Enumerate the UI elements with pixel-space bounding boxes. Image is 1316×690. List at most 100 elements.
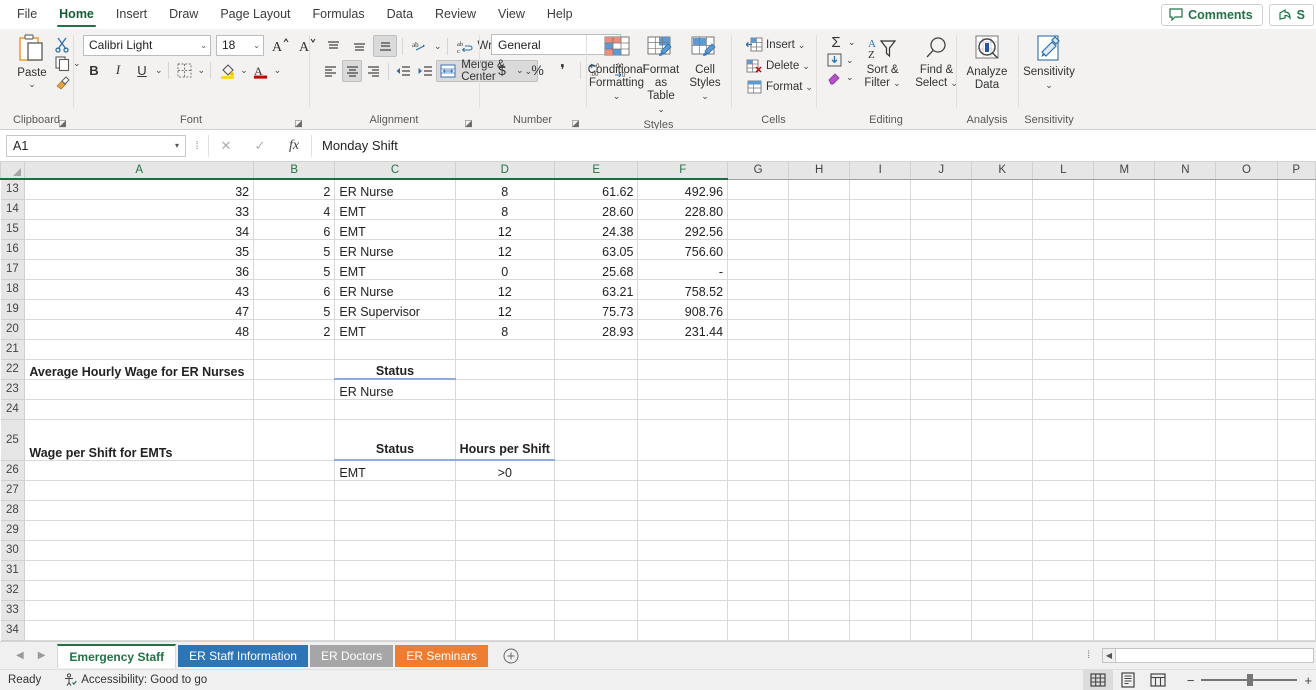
horizontal-scrollbar[interactable]: ◀ [1102, 648, 1314, 663]
cell-A17[interactable]: 36 [25, 259, 254, 279]
table-row[interactable]: 22Average Hourly Wage for ER NursesStatu… [1, 359, 1316, 379]
cell-K27[interactable] [972, 480, 1033, 500]
align-middle-button[interactable] [347, 35, 371, 57]
cell-G17[interactable] [728, 259, 789, 279]
cell-M21[interactable] [1094, 339, 1155, 359]
cell-N19[interactable] [1155, 299, 1216, 319]
cell-G20[interactable] [728, 319, 789, 339]
cell-P28[interactable] [1277, 500, 1315, 520]
cell-P34[interactable] [1277, 620, 1315, 640]
cell-E33[interactable] [554, 600, 638, 620]
spreadsheet-grid[interactable]: ABCDEFGHIJKLMNOP 13322ER Nurse861.62492.… [0, 162, 1316, 641]
sensitivity-chevron-down-icon[interactable]: ⌄ [1045, 79, 1053, 92]
cell-I13[interactable] [850, 179, 911, 199]
accounting-format-button[interactable]: $ [491, 59, 513, 81]
cell-C19[interactable]: ER Supervisor [335, 299, 455, 319]
cell-I16[interactable] [850, 239, 911, 259]
cell-J13[interactable] [911, 179, 972, 199]
cell-M32[interactable] [1094, 580, 1155, 600]
cell-N20[interactable] [1155, 319, 1216, 339]
table-row[interactable]: 24 [1, 399, 1316, 419]
enter-button[interactable]: ✓ [243, 135, 277, 157]
table-row[interactable]: 27 [1, 480, 1316, 500]
cell-I17[interactable] [850, 259, 911, 279]
cell-M26[interactable] [1094, 460, 1155, 480]
cell-C29[interactable] [335, 520, 455, 540]
cell-K28[interactable] [972, 500, 1033, 520]
cell-I26[interactable] [850, 460, 911, 480]
cell-H27[interactable] [789, 480, 850, 500]
table-row[interactable]: 33 [1, 600, 1316, 620]
cell-J30[interactable] [911, 540, 972, 560]
column-header-g[interactable]: G [728, 162, 789, 179]
cell-D17[interactable]: 0 [455, 259, 554, 279]
cell-F28[interactable] [638, 500, 728, 520]
cell-I25[interactable] [850, 419, 911, 460]
accessibility-status[interactable]: Accessibility: Good to go [63, 673, 207, 687]
ribbon-tab-view[interactable]: View [487, 0, 536, 29]
cell-D14[interactable]: 8 [455, 199, 554, 219]
cell-H32[interactable] [789, 580, 850, 600]
cell-N15[interactable] [1155, 219, 1216, 239]
row-header-20[interactable]: 20 [1, 319, 25, 339]
cell-O27[interactable] [1216, 480, 1277, 500]
table-row[interactable]: 19475ER Supervisor1275.73908.76 [1, 299, 1316, 319]
cell-I28[interactable] [850, 500, 911, 520]
cell-E31[interactable] [554, 560, 638, 580]
cell-B30[interactable] [254, 540, 335, 560]
cell-B16[interactable]: 5 [254, 239, 335, 259]
cell-N17[interactable] [1155, 259, 1216, 279]
cell-E21[interactable] [554, 339, 638, 359]
align-bottom-button[interactable] [373, 35, 397, 57]
cell-P25[interactable] [1277, 419, 1315, 460]
page-layout-view-button[interactable] [1113, 670, 1143, 690]
cell-M16[interactable] [1094, 239, 1155, 259]
table-row[interactable]: 20482EMT828.93231.44 [1, 319, 1316, 339]
cell-K29[interactable] [972, 520, 1033, 540]
cell-O33[interactable] [1216, 600, 1277, 620]
cell-A20[interactable]: 48 [25, 319, 254, 339]
cell-P20[interactable] [1277, 319, 1315, 339]
cell-C21[interactable] [335, 339, 455, 359]
font-size-input[interactable]: 18 ⌄ [216, 35, 264, 56]
cell-J20[interactable] [911, 319, 972, 339]
cell-B23[interactable] [254, 379, 335, 399]
column-header-m[interactable]: M [1094, 162, 1155, 179]
cell-F20[interactable]: 231.44 [638, 319, 728, 339]
cell-C26[interactable]: EMT [335, 460, 455, 480]
cell-N30[interactable] [1155, 540, 1216, 560]
add-sheet-button[interactable] [502, 647, 520, 665]
next-sheet-icon[interactable]: ▶ [38, 650, 46, 661]
row-header-22[interactable]: 22 [1, 359, 25, 379]
cell-N26[interactable] [1155, 460, 1216, 480]
cell-D15[interactable]: 12 [455, 219, 554, 239]
cell-O21[interactable] [1216, 339, 1277, 359]
comma-style-button[interactable]: ❜ [552, 59, 574, 81]
cell-L13[interactable] [1033, 179, 1094, 199]
cell-F13[interactable]: 492.96 [638, 179, 728, 199]
row-header-33[interactable]: 33 [1, 600, 25, 620]
cell-A29[interactable] [25, 520, 254, 540]
comments-button[interactable]: Comments [1161, 4, 1263, 26]
cell-J21[interactable] [911, 339, 972, 359]
table-row[interactable]: 30 [1, 540, 1316, 560]
column-header-f[interactable]: F [638, 162, 728, 179]
ribbon-tab-review[interactable]: Review [424, 0, 487, 29]
cell-A25[interactable]: Wage per Shift for EMTs [25, 419, 254, 460]
cell-C27[interactable] [335, 480, 455, 500]
cell-H17[interactable] [789, 259, 850, 279]
cell-G21[interactable] [728, 339, 789, 359]
scroll-left-button[interactable]: ◀ [1103, 649, 1116, 662]
cell-F16[interactable]: 756.60 [638, 239, 728, 259]
cell-J32[interactable] [911, 580, 972, 600]
cell-I18[interactable] [850, 279, 911, 299]
cell-K34[interactable] [972, 620, 1033, 640]
cell-M31[interactable] [1094, 560, 1155, 580]
column-header-j[interactable]: J [911, 162, 972, 179]
cell-G30[interactable] [728, 540, 789, 560]
cell-P19[interactable] [1277, 299, 1315, 319]
table-row[interactable]: 13322ER Nurse861.62492.96 [1, 179, 1316, 199]
cell-L18[interactable] [1033, 279, 1094, 299]
font-name-chevron-down-icon[interactable]: ⌄ [200, 41, 207, 50]
cell-P29[interactable] [1277, 520, 1315, 540]
